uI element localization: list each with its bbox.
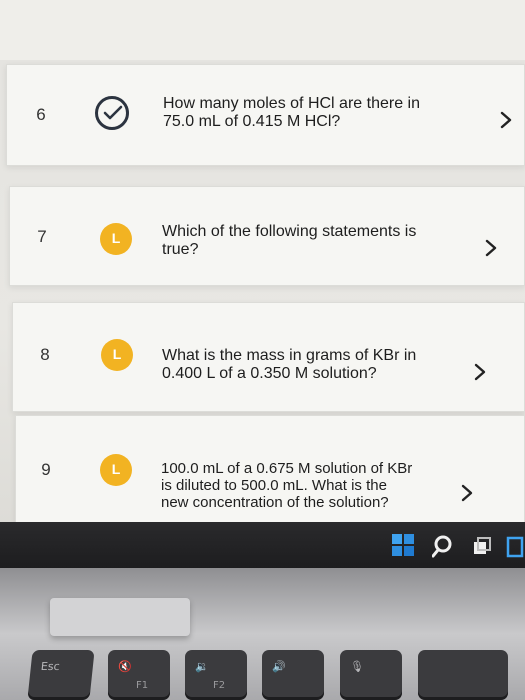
question-text: How many moles of HCl are there in 75.0 … (163, 95, 420, 131)
key-esc[interactable]: Esc (27, 650, 95, 700)
question-text: 100.0 mL of a 0.675 M solution of KBr is… (161, 460, 412, 511)
chevron-right-icon[interactable] (484, 239, 498, 257)
key-sublabel: F2 (213, 680, 226, 691)
question-text-line: 75.0 mL of 0.415 M HCl? (163, 113, 341, 130)
key-volume-up[interactable]: 🔊 (262, 650, 324, 700)
checkmark-icon (103, 105, 123, 120)
completed-status-badge (95, 96, 129, 130)
task-view-icon[interactable] (472, 536, 492, 556)
question-number: 7 (37, 227, 47, 246)
question-text-line: 100.0 mL of a 0.675 M solution of KBr (161, 460, 413, 477)
key-mic-mute[interactable]: 🎙 (340, 650, 402, 700)
in-progress-status-badge: L (101, 339, 133, 371)
search-icon[interactable] (432, 534, 456, 558)
key-label: 🔇 (118, 660, 132, 673)
question-text-line: How many moles of HCl are there in (163, 95, 420, 112)
chevron-right-icon[interactable] (499, 111, 513, 129)
question-card-6[interactable]: 6 How many moles of HCl are there in 75.… (6, 64, 525, 166)
question-card-9[interactable]: 9 L 100.0 mL of a 0.675 M solution of KB… (15, 415, 525, 530)
question-text-line: 0.400 L of a 0.350 M solution? (162, 365, 377, 382)
windows-start-icon[interactable] (392, 534, 414, 556)
status-glyph: L (111, 461, 121, 477)
in-progress-status-badge: L (100, 223, 132, 255)
question-text: What is the mass in grams of KBr in 0.40… (162, 347, 416, 383)
question-text-line: new concentration of the solution? (161, 494, 389, 511)
top-spacer (0, 0, 525, 60)
key-sublabel: F1 (136, 680, 149, 691)
status-glyph: L (112, 346, 122, 362)
question-number: 9 (41, 460, 51, 479)
question-text-line: Which of the following statements is (162, 223, 417, 240)
status-glyph: L (111, 230, 121, 246)
question-number: 6 (36, 105, 46, 124)
key-label: 🔊 (272, 660, 286, 673)
laptop-hinge (50, 598, 190, 636)
question-text-line: true? (162, 241, 199, 258)
in-progress-status-badge: L (100, 454, 132, 486)
key-label: 🔉 (195, 660, 209, 673)
question-card-8[interactable]: 8 L What is the mass in grams of KBr in … (12, 302, 525, 412)
chevron-right-icon[interactable] (460, 484, 474, 502)
widgets-icon[interactable] (505, 536, 525, 558)
screen: 6 How many moles of HCl are there in 75.… (0, 0, 525, 540)
question-text-line: is diluted to 500.0 mL. What is the (161, 477, 387, 494)
key-next[interactable] (418, 650, 508, 700)
key-label: Esc (40, 660, 61, 673)
question-card-7[interactable]: 7 L Which of the following statements is… (9, 186, 525, 286)
question-text: Which of the following statements is tru… (162, 223, 416, 259)
taskbar (0, 522, 525, 572)
question-text-line: What is the mass in grams of KBr in (162, 347, 417, 364)
question-number: 8 (40, 345, 50, 364)
chevron-right-icon[interactable] (473, 363, 487, 381)
key-f1-mute[interactable]: 🔇 F1 (108, 650, 170, 700)
key-f2-volume-down[interactable]: 🔉 F2 (185, 650, 247, 700)
key-label: 🎙 (350, 660, 364, 673)
